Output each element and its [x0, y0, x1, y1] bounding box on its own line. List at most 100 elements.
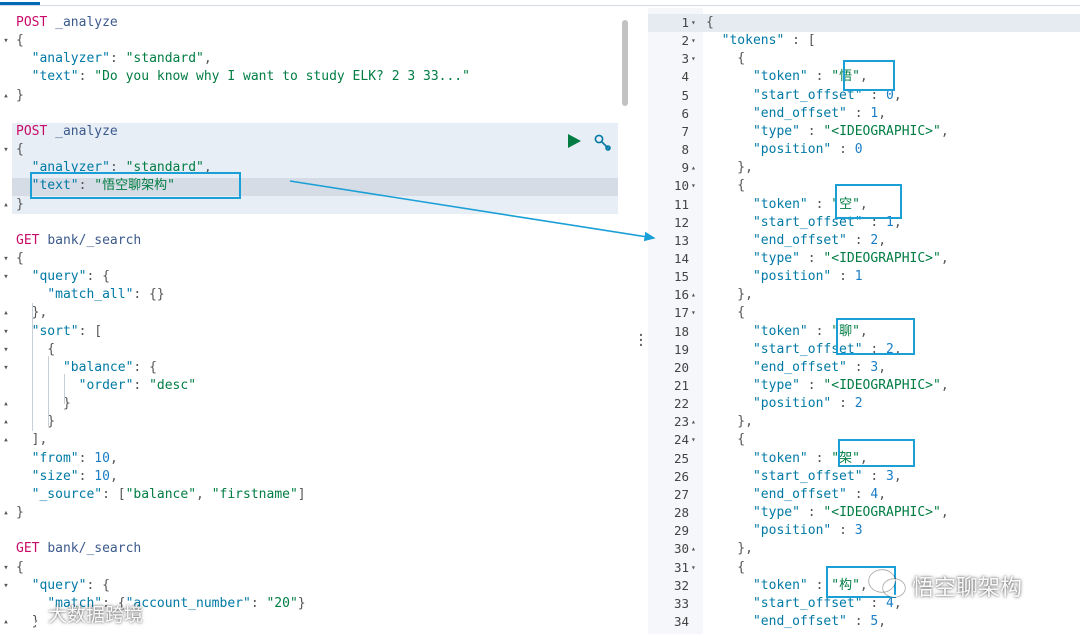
- code-token-key: "position": [752, 142, 832, 158]
- fold-down-icon[interactable]: ▾: [1, 141, 11, 159]
- fold-down-icon[interactable]: ▾: [1, 323, 11, 341]
- code-token-punc: [706, 124, 753, 139]
- line-number: 9: [681, 160, 689, 176]
- fold-down-icon[interactable]: ▾: [1, 32, 11, 50]
- code-token-punc: :: [807, 196, 832, 212]
- editor-line[interactable]: [0, 214, 618, 232]
- fold-up-icon[interactable]: ▴: [691, 286, 701, 304]
- editor-line[interactable]: POST _analyze: [0, 14, 618, 32]
- editor-line[interactable]: ▴}: [0, 504, 618, 522]
- editor-line[interactable]: [0, 522, 618, 540]
- fold-down-icon[interactable]: ▾: [1, 577, 11, 595]
- code-token-str: "<IDEOGRAPHIC>": [823, 123, 941, 139]
- editor-line[interactable]: [0, 105, 618, 123]
- code-token-key: "order": [78, 378, 134, 393]
- editor-line[interactable]: ▾ "query": {: [0, 268, 618, 286]
- code-token-punc: [16, 360, 63, 375]
- editor-line[interactable]: ▾ "sort": [: [0, 323, 618, 341]
- fold-down-icon[interactable]: ▾: [691, 177, 701, 195]
- editor-line-code: {: [16, 250, 24, 268]
- fold-down-icon[interactable]: ▾: [691, 32, 701, 50]
- line-number: 12: [673, 214, 689, 230]
- fold-up-icon[interactable]: ▴: [1, 504, 11, 522]
- code-token-punc: ,: [196, 486, 212, 502]
- output-line-code: "end_offset" : 3,: [706, 359, 886, 377]
- code-token-punc: {: [706, 15, 714, 30]
- fold-up-icon[interactable]: ▴: [1, 395, 11, 413]
- editor-line-code: "query": {: [16, 268, 110, 286]
- code-token-punc: }: [16, 505, 24, 521]
- code-token-punc: {: [16, 559, 24, 575]
- editor-line[interactable]: ▾ {: [0, 341, 618, 359]
- code-token-punc: [706, 106, 753, 121]
- editor-line-code: {: [16, 141, 24, 159]
- editor-line[interactable]: ▴}: [0, 87, 618, 105]
- code-token-punc: [706, 251, 753, 266]
- editor-line[interactable]: "text": "Do you know why I want to study…: [0, 68, 618, 86]
- fold-down-icon[interactable]: ▾: [1, 341, 11, 359]
- editor-line[interactable]: "_source": ["balance", "firstname"]: [0, 486, 618, 504]
- fold-down-icon[interactable]: ▾: [691, 304, 701, 322]
- indent-guide: [48, 356, 49, 426]
- fold-up-icon[interactable]: ▴: [1, 196, 11, 214]
- fold-down-icon[interactable]: ▾: [1, 559, 11, 577]
- watermark-right: 悟空聊架构: [912, 576, 1023, 601]
- fold-up-icon[interactable]: ▴: [1, 413, 11, 431]
- play-icon[interactable]: [566, 133, 582, 149]
- editor-line[interactable]: ▴ },: [0, 304, 618, 322]
- editor-line[interactable]: ▾ "query": {: [0, 577, 618, 595]
- fold-down-icon[interactable]: ▾: [691, 14, 701, 32]
- editor-line[interactable]: ▾{: [0, 250, 618, 268]
- editor-line[interactable]: ▴ }: [0, 395, 618, 413]
- editor-line[interactable]: ▾ "balance": {: [0, 359, 618, 377]
- top-tab-bar: [0, 0, 1080, 6]
- editor-line[interactable]: GET bank/_search: [0, 232, 618, 250]
- output-line-code: "position" : 2: [706, 395, 863, 413]
- request-editor[interactable]: POST _analyze ▾{ "analyzer": "standard", …: [0, 8, 630, 634]
- code-token-key: "start_offset": [752, 595, 863, 611]
- fold-down-icon[interactable]: ▾: [1, 250, 11, 268]
- fold-down-icon[interactable]: ▾: [691, 431, 701, 449]
- editor-line[interactable]: ▴ ],: [0, 431, 618, 449]
- editor-line[interactable]: "match_all": {}: [0, 286, 618, 304]
- fold-up-icon[interactable]: ▴: [691, 159, 701, 177]
- editor-line[interactable]: ▴ }: [0, 413, 618, 431]
- fold-down-icon[interactable]: ▾: [1, 359, 11, 377]
- editor-line[interactable]: "from": 10,: [0, 450, 618, 468]
- fold-up-icon[interactable]: ▴: [1, 431, 11, 449]
- output-line: 9 ▴ },: [648, 159, 1080, 177]
- fold-down-icon[interactable]: ▾: [691, 559, 701, 577]
- code-token-punc: ,: [203, 51, 212, 67]
- fold-down-icon[interactable]: ▾: [1, 268, 11, 286]
- output-line-code: {: [706, 431, 745, 449]
- code-token-punc: [706, 614, 753, 629]
- editor-scrollbar[interactable]: [622, 20, 628, 106]
- code-token-punc: ,: [940, 123, 949, 139]
- editor-line[interactable]: ▾{: [0, 559, 618, 577]
- active-tab-indicator[interactable]: [0, 0, 40, 5]
- editor-line[interactable]: GET bank/_search: [0, 540, 618, 558]
- code-token-punc: }: [16, 196, 24, 212]
- editor-line[interactable]: ▾{: [0, 32, 618, 50]
- code-token-punc: :: [846, 232, 871, 248]
- fold-up-icon[interactable]: ▴: [1, 87, 11, 105]
- code-token-key: "token": [752, 196, 808, 212]
- editor-line[interactable]: "order": "desc": [0, 377, 618, 395]
- wrench-icon[interactable]: [593, 133, 613, 153]
- fold-up-icon[interactable]: ▴: [691, 540, 701, 558]
- code-token-punc: [706, 324, 753, 339]
- output-line-code: "start_offset" : 3,: [706, 468, 902, 486]
- editor-line[interactable]: ▾{: [0, 141, 618, 159]
- editor-line[interactable]: "analyzer": "standard",: [0, 50, 618, 68]
- vertical-ellipsis-icon[interactable]: · · ·: [636, 329, 646, 353]
- editor-line[interactable]: POST _analyze: [0, 123, 618, 141]
- code-token-punc: :: [846, 613, 871, 629]
- editor-line[interactable]: "size": 10,: [0, 468, 618, 486]
- code-token-punc: [706, 487, 753, 502]
- fold-up-icon[interactable]: ▴: [1, 304, 11, 322]
- code-token-punc: :: [846, 359, 871, 375]
- fold-down-icon[interactable]: ▾: [691, 50, 701, 68]
- output-line-code: "position" : 3: [706, 522, 863, 540]
- fold-up-icon[interactable]: ▴: [691, 413, 701, 431]
- code-token-str: "standard": [125, 51, 204, 67]
